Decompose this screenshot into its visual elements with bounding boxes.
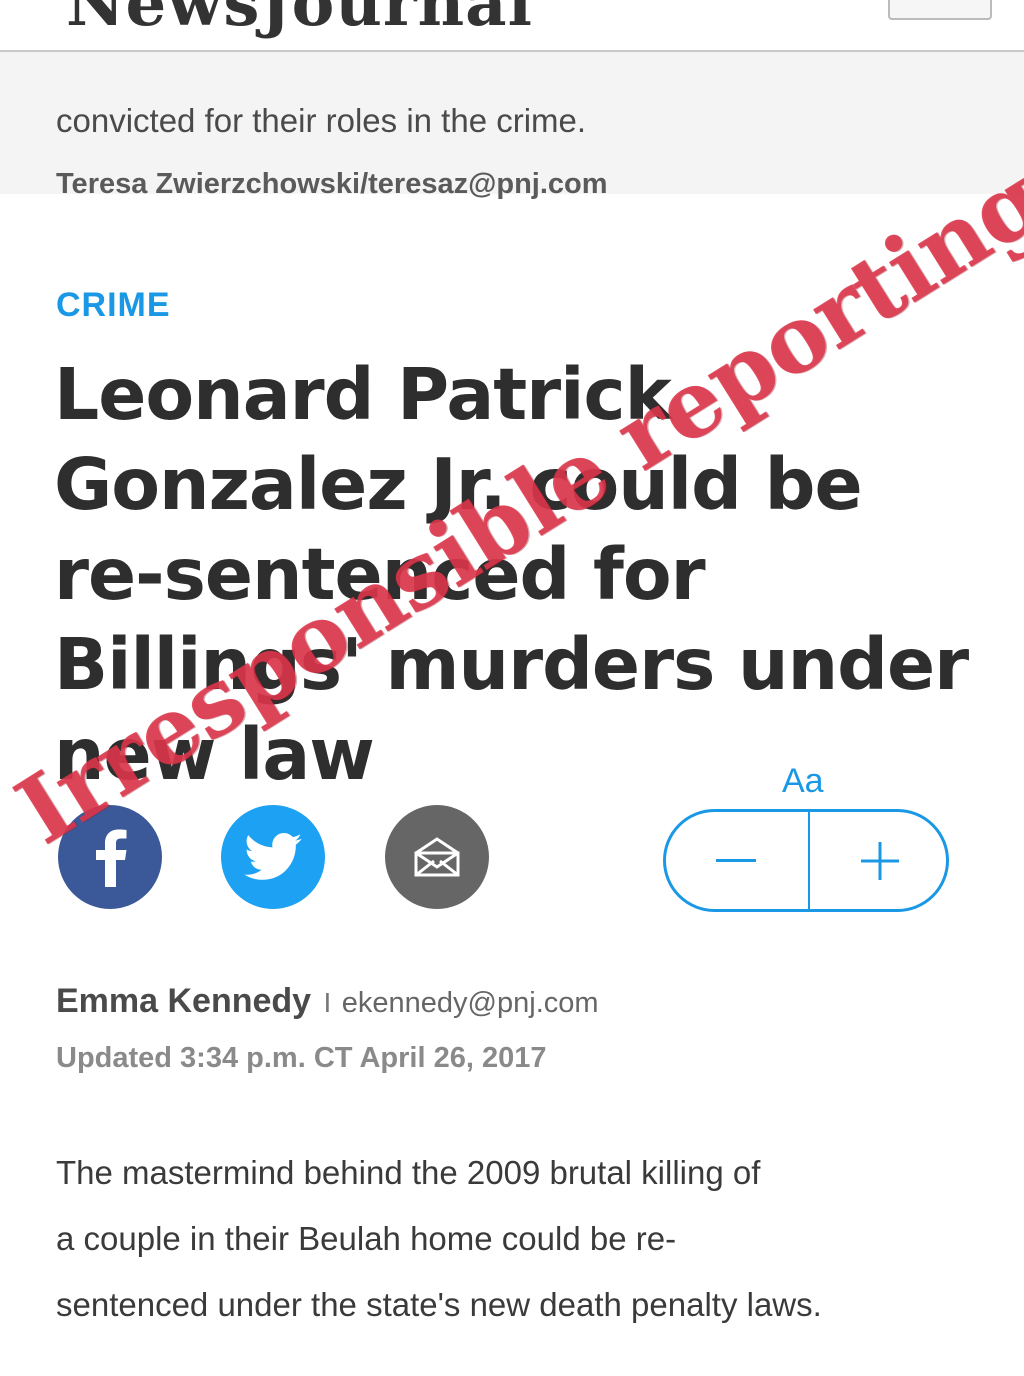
twitter-icon [244,833,302,880]
masthead: NewsJournal [0,0,1024,52]
photo-caption: convicted for their roles in the crime. … [0,52,1024,200]
minus-icon [716,858,756,862]
article-body: The mastermind behind the 2009 brutal ki… [56,1140,986,1338]
article-headline: Leonard Patrick Gonzalez Jr. could be re… [54,353,969,796]
plus-icon [861,841,899,880]
byline-separator: I [323,987,332,1018]
menu-button[interactable] [888,0,992,20]
email-icon [414,837,460,877]
font-size-stepper [663,809,949,912]
section-label[interactable]: CRIME [56,286,171,325]
increase-font-button[interactable] [810,812,950,909]
body-line: a couple in their Beulah home could be r… [56,1220,677,1257]
author-email[interactable]: ekennedy@pnj.com [342,987,599,1019]
body-line: sentenced under the state's new death pe… [56,1286,822,1323]
facebook-share-button[interactable] [58,805,162,909]
photo-credit: Teresa Zwierzchowski/teresaz@pnj.com [56,168,608,200]
decrease-font-button[interactable] [666,812,806,909]
author-name[interactable]: Emma Kennedy [56,982,311,1020]
font-size-label: Aa [782,762,824,800]
facebook-icon [96,829,127,887]
updated-timestamp: Updated 3:34 p.m. CT April 26, 2017 [56,1042,547,1074]
email-share-button[interactable] [385,805,489,909]
caption-text: convicted for their roles in the crime. [56,102,587,139]
body-line: The mastermind behind the 2009 brutal ki… [56,1154,761,1191]
byline: Emma Kennedy I ekennedy@pnj.com [56,982,599,1021]
twitter-share-button[interactable] [221,805,325,909]
site-logo[interactable]: NewsJournal [66,0,533,41]
